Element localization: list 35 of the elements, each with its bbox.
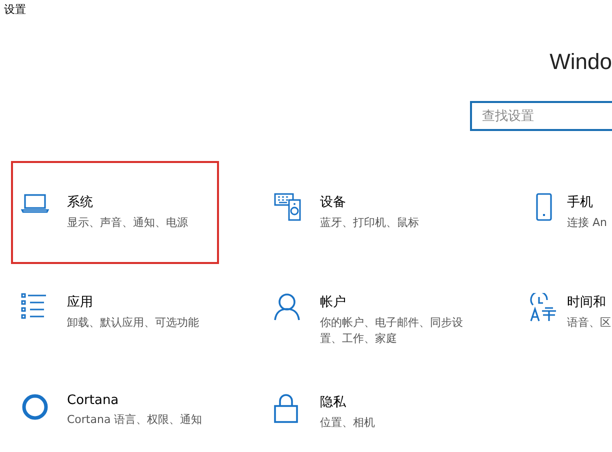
category-description: Cortana 语言、权限、通知 bbox=[67, 412, 204, 428]
keyboard-speaker-icon bbox=[274, 193, 302, 221]
phone-icon bbox=[536, 193, 552, 221]
category-tile[interactable]: 帐户 你的帐户、电子邮件、同步设置、工作、家庭 bbox=[264, 261, 472, 364]
category-name: 时间和 bbox=[567, 294, 607, 311]
category-description: 显示、声音、通知、电源 bbox=[67, 215, 189, 231]
category-name: 设备 bbox=[320, 194, 347, 211]
category-tile[interactable]: 隐私 位置、相机 bbox=[264, 361, 472, 452]
category-description: 语音、区 bbox=[567, 315, 611, 331]
category-description: 蓝牙、打印机、鼠标 bbox=[320, 215, 420, 231]
list-icon bbox=[21, 293, 47, 319]
category-tile[interactable]: 手机 连接 An bbox=[517, 161, 612, 264]
padlock-icon bbox=[274, 393, 298, 423]
circle-icon bbox=[21, 393, 49, 421]
category-name: 隐私 bbox=[320, 394, 347, 411]
clock-character-icon bbox=[529, 293, 559, 323]
category-description: 连接 An bbox=[567, 215, 608, 231]
category-name: 应用 bbox=[67, 294, 94, 311]
category-description: 位置、相机 bbox=[320, 415, 376, 431]
laptop-icon bbox=[21, 193, 49, 213]
category-name: 系统 bbox=[67, 194, 94, 211]
search-field[interactable]: 查找设置 bbox=[470, 101, 612, 131]
category-name: 帐户 bbox=[320, 294, 347, 311]
page-title: Windo bbox=[550, 49, 612, 76]
window-title: 设置 bbox=[3, 2, 27, 18]
category-tile[interactable]: 时间和 语音、区 bbox=[517, 261, 612, 364]
highlighted-tile[interactable]: 系统 显示、声音、通知、电源 bbox=[11, 161, 219, 264]
category-tile[interactable]: 设备 蓝牙、打印机、鼠标 bbox=[264, 161, 472, 264]
person-icon bbox=[274, 293, 300, 321]
category-description: 你的帐户、电子邮件、同步设置、工作、家庭 bbox=[320, 315, 464, 347]
category-name: 手机 bbox=[567, 194, 594, 211]
category-description: 卸载、默认应用、可选功能 bbox=[67, 315, 200, 331]
category-name: Cortana bbox=[67, 393, 120, 408]
category-tile[interactable]: 应用 卸载、默认应用、可选功能 bbox=[11, 261, 219, 364]
category-tile[interactable]: Cortana Cortana 语言、权限、通知 bbox=[11, 361, 219, 452]
